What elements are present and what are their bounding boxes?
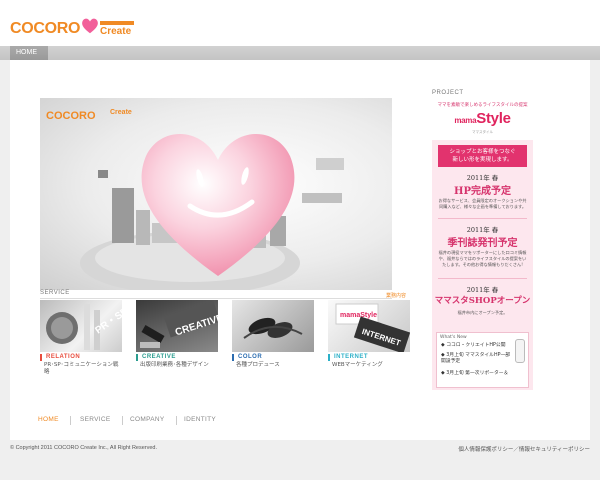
internet-graphic: mamaStyle INTERNET — [335, 303, 410, 352]
top-nav-bar: HOME — [0, 46, 600, 60]
block-body: 福井市内にオープン予定。 — [457, 310, 508, 315]
service-desc: 各種プロデュース — [236, 362, 280, 368]
phone-icon — [515, 339, 525, 363]
news-text: ココロ・クリエイトHP公開 — [446, 343, 506, 348]
relation-image: PR・SP — [40, 300, 122, 352]
banner-line-1: ショップとお客様をつなぐ — [449, 149, 516, 155]
service-title: CREATIVE — [136, 354, 218, 361]
news-text: 3月上旬 ママスタイルHP一部開設予定 — [441, 353, 511, 364]
hero-logo-text: COCORO — [46, 110, 96, 122]
block-year: 2011年 春 — [466, 174, 499, 182]
hero-illustration — [80, 133, 344, 290]
block-body: 福井の現役ママをリポーターにした口コミ情報や、福井ならではのライフスタイルの提案… — [438, 250, 527, 267]
footer-nav-identity[interactable]: IDENTITY — [184, 416, 216, 423]
copyright-text: © Copyright 2011 COCORO Create Inc., All… — [10, 445, 158, 451]
privacy-policy-link[interactable]: 個人情報保護ポリシー／情報セキュリティーポリシー — [458, 445, 590, 453]
logo-sub-text: Create — [100, 26, 132, 37]
service-desc: WEBマーケティング — [332, 362, 383, 368]
project-block-3: 2011年 春 ママスタSHOPオープン — [432, 284, 533, 306]
site-header: COCORO Create — [0, 0, 600, 46]
hero-logo-sub: Create — [110, 109, 132, 116]
logo-text: COCORO — [10, 20, 81, 37]
banner-line-2: 新しい形を実現します。 — [452, 157, 513, 163]
project-separator — [438, 278, 527, 279]
footer-nav-divider — [176, 416, 177, 425]
footer-nav-divider — [122, 416, 123, 425]
service-desc: 出版印刷業務･各種デザイン — [140, 362, 209, 368]
project-label: PROJECT — [432, 90, 464, 96]
main-content: COCORO Create SERVICE 業務内容 PR・SP RELATIO… — [10, 60, 590, 440]
logo-arrow-bar — [100, 21, 134, 25]
service-card-relation[interactable]: PR・SP RELATION PR･SP･コミュニケーション戦略 — [40, 300, 122, 376]
service-card-internet[interactable]: mamaStyle INTERNET INTERNET WEBマーケティング — [328, 300, 410, 369]
project-tagline: ママを素敵で楽しめるライフスタイルの提案 — [437, 103, 528, 108]
footer-nav-service[interactable]: SERVICE — [80, 416, 111, 423]
service-title: INTERNET — [328, 354, 410, 361]
news-text: 3月上旬 第一次リポーター＆ — [446, 371, 509, 376]
internet-image: mamaStyle INTERNET — [328, 300, 410, 352]
project-banner: ショップとお客様をつなぐ 新しい形を実現します。 — [438, 145, 527, 167]
block-body: お得なサービス、会員限定のオークションや共同購入など、様々な企画を準備しておりま… — [438, 198, 527, 209]
project-block-2: 2011年 春 季刊誌発刊予定 — [432, 224, 533, 249]
block-year: 2011年 春 — [466, 226, 499, 234]
creative-graphic: CREATIVE — [140, 300, 218, 348]
project-block-1: 2011年 春 HP完成予定 — [432, 172, 533, 197]
whats-new-title: What's New — [440, 335, 467, 340]
project-brand-sub: ママスタイル — [472, 130, 493, 134]
nav-home-tab[interactable]: HOME — [10, 46, 48, 60]
hero-logo: COCORO Create — [46, 104, 132, 122]
service-title: RELATION — [40, 354, 122, 361]
service-label: SERVICE — [40, 290, 70, 296]
block-year: 2011年 春 — [466, 286, 499, 294]
color-image — [232, 300, 314, 352]
footer-nav-company[interactable]: COMPANY — [130, 416, 164, 423]
project-brand-small: mama — [454, 116, 477, 125]
project-brand: mamaStyle — [432, 110, 533, 127]
service-title: COLOR — [232, 354, 314, 361]
project-panel[interactable]: ママを素敵で楽しめるライフスタイルの提案 mamaStyle ママスタイル ショ… — [432, 100, 533, 390]
block-headline: HP完成予定 — [454, 186, 511, 197]
news-item[interactable]: ◆ 3月上旬 ママスタイルHP一部開設予定 — [441, 353, 511, 365]
block-headline: 季刊誌発刊予定 — [447, 238, 518, 249]
news-item[interactable]: ◆ 3月上旬 第一次リポーター＆ — [441, 371, 511, 377]
footer-nav-home[interactable]: HOME — [38, 416, 59, 423]
whats-new-box: What's New ◆ ココロ・クリエイトHP公開 ◆ 3月上旬 ママスタイル… — [436, 332, 529, 388]
footer-nav-divider — [70, 416, 71, 425]
project-brand-area: ママを素敵で楽しめるライフスタイルの提案 mamaStyle ママスタイル — [432, 100, 533, 140]
news-item[interactable]: ◆ ココロ・クリエイトHP公開 — [441, 343, 511, 349]
relation-graphic: PR・SP — [46, 304, 122, 350]
heart-icon — [82, 18, 98, 34]
color-graphic — [243, 317, 303, 339]
creative-image: CREATIVE — [136, 300, 218, 352]
service-card-color[interactable]: COLOR 各種プロデュース — [232, 300, 314, 369]
hero-image: COCORO Create — [40, 98, 392, 290]
project-brand-main: Style — [476, 110, 511, 127]
service-card-creative[interactable]: CREATIVE CREATIVE 出版印刷業務･各種デザイン — [136, 300, 218, 369]
service-desc: PR･SP･コミュニケーション戦略 — [44, 362, 119, 375]
project-separator — [438, 218, 527, 219]
internet-brand-text: mamaStyle — [340, 312, 377, 319]
service-divider — [40, 298, 392, 299]
block-headline: ママスタSHOPオープン — [434, 296, 531, 306]
